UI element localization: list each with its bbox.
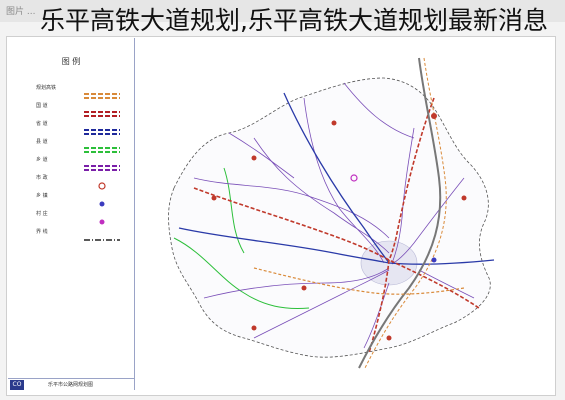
legend-label: 省 道: [36, 121, 48, 127]
legend-swatch: [82, 85, 122, 99]
legend-swatch: [82, 103, 122, 117]
legend-swatch: [82, 229, 122, 241]
map-legend: 图 例 规划高铁国 道省 道县 道乡 道市 政乡 镇村 庄界 线: [8, 38, 135, 390]
legend-swatch: [82, 139, 122, 153]
legend-row: 国 道: [18, 102, 130, 117]
legend-label: 村 庄: [36, 211, 48, 217]
legend-label: 乡 道: [36, 157, 48, 163]
legend-swatch: [82, 157, 122, 171]
map-footer: CO 乐平市公路网规划图: [8, 378, 134, 391]
footer-caption: 乐平市公路网规划图: [48, 382, 94, 388]
town-marker: [301, 285, 307, 291]
legend-swatch: [82, 121, 122, 135]
town-marker: [431, 257, 437, 263]
legend-label: 国 道: [36, 103, 48, 109]
town-marker: [251, 155, 257, 161]
legend-row: 村 庄: [18, 210, 130, 225]
footer-badge: CO: [10, 380, 24, 390]
toolbar-text: 图片 ...: [6, 7, 36, 17]
legend-label: 规划高铁: [36, 85, 57, 91]
legend-swatch: [82, 175, 122, 190]
legend-title: 图 例: [61, 57, 81, 66]
legend-label: 界 线: [36, 229, 48, 235]
town-marker: [461, 195, 467, 201]
legend-label: 市 政: [36, 175, 48, 181]
legend-row: 规划高铁: [18, 84, 130, 99]
page-title: 乐平高铁大道规划,乐平高铁大道规划最新消息: [40, 6, 548, 35]
legend-label: 乡 镇: [36, 193, 48, 199]
city-boundary: [168, 77, 491, 358]
legend-row: 省 道: [18, 120, 130, 135]
legend-label: 县 道: [36, 139, 48, 145]
legend-row: 市 政: [18, 174, 130, 190]
town-marker: [431, 113, 437, 119]
town-marker: [386, 335, 392, 341]
legend-swatch: [82, 211, 122, 225]
legend-row: 界 线: [18, 228, 130, 241]
road-network-map: [168, 57, 495, 369]
legend-row: 县 道: [18, 138, 130, 153]
legend-row: 乡 镇: [18, 192, 130, 207]
town-marker: [211, 195, 217, 201]
town-marker: [331, 120, 337, 126]
legend-swatch: [82, 193, 122, 207]
town-marker: [251, 325, 257, 331]
legend-row: 乡 道: [18, 156, 130, 171]
